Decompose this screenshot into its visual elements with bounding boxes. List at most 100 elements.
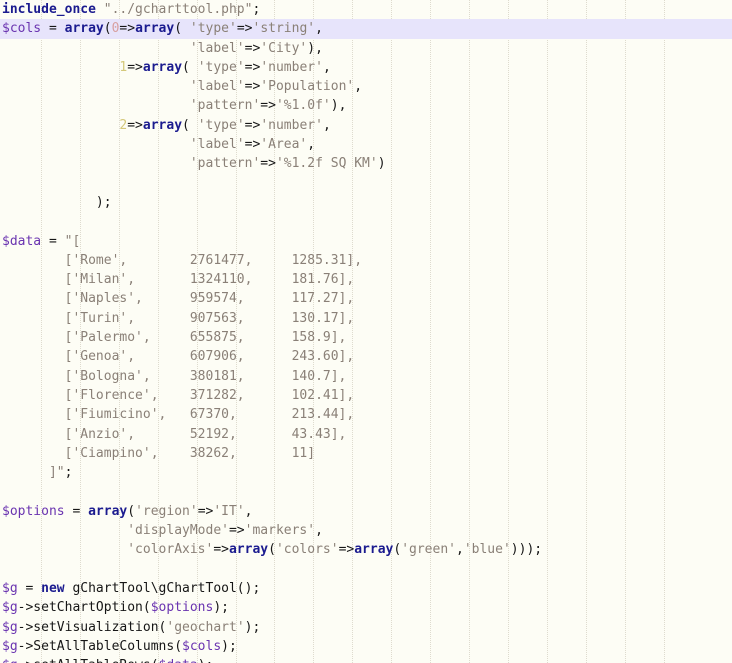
token-punc: ; [64,465,73,481]
token-str: 'geochart' [166,619,245,635]
code-line[interactable]: include_once "../gcharttool.php"; [0,0,732,19]
token-kw: array [64,21,104,37]
token-str: "[ [64,233,81,249]
code-line[interactable]: 'displayMode'=>'markers', [0,521,732,540]
token-str: ['Bologna', 380181, 140.7], [2,368,347,384]
code-line[interactable]: ]"; [0,463,732,482]
token-str: 'Area' [260,137,308,153]
code-line[interactable]: 2=>array( 'type'=>'number', [0,116,732,135]
token-punc: ); [221,638,237,654]
token-var: $g [2,580,18,596]
code-line[interactable] [0,174,732,193]
token-plain: gChartTool\gChartTool(); [64,580,261,596]
token-var: $data [2,233,42,249]
code-line[interactable]: ['Turin', 907563, 130.17], [0,309,732,328]
token-var: $options [150,600,214,616]
token-punc: , [307,137,316,153]
code-line[interactable]: $data = "[ [0,232,732,251]
token-str: 'string' [252,21,316,37]
token-str: 'type' [197,59,245,75]
token-punc: => [244,40,261,56]
token-punc: ); [2,194,112,210]
code-line[interactable]: ); [0,193,732,212]
code-line[interactable]: $g = new gChartTool\gChartTool(); [0,579,732,598]
code-line[interactable]: ['Palermo', 655875, 158.9], [0,328,732,347]
token-var: $cols [2,21,42,37]
token-str: 'number' [260,59,323,75]
token-str: 'displayMode' [127,523,229,539]
token-plain: ->setVisualization( [17,619,167,635]
token-var: $g [2,638,18,654]
code-line[interactable]: ['Genoa', 607906, 243.60], [0,347,732,366]
token-str: 'City' [260,40,308,56]
code-line[interactable]: $g->setChartOption($options); [0,598,732,617]
token-plain: ->setChartOption( [17,600,151,616]
code-line[interactable]: 'pattern'=>'%1.0f'), [0,96,732,115]
token-str: ['Milan', 1324110, 181.76], [2,272,355,288]
code-line[interactable] [0,482,732,501]
token-str: 'pattern' [189,156,261,172]
code-line[interactable]: ['Milan', 1324110, 181.76], [0,270,732,289]
code-line[interactable]: ['Bologna', 380181, 140.7], [0,367,732,386]
token-punc: , [322,117,331,133]
code-line[interactable]: ['Anzio', 52192, 43.43], [0,425,732,444]
code-line[interactable]: ['Fiumicino', 67370, 213.44], [0,405,732,424]
token-punc: ( [182,59,198,75]
token-kw: array [228,542,269,558]
token-str: 'colors' [275,542,339,558]
token-str: 'pattern' [189,98,261,114]
code-line[interactable]: $g->setAllTableRows($data); [0,656,732,663]
code-line[interactable]: 'label'=>'Population', [0,77,732,96]
token-str: '%1.2f SQ KM' [275,156,378,172]
token-str: 'markers' [244,523,316,539]
code-line[interactable]: $options = array('region'=>'IT', [0,502,732,521]
code-line[interactable]: ['Florence', 371282, 102.41], [0,386,732,405]
token-punc: => [260,98,276,114]
token-punc: => [127,59,143,75]
token-var: $g [2,619,18,635]
code-line[interactable]: $g->SetAllTableColumns($cols); [0,637,732,656]
token-str: ['Palermo', 655875, 158.9], [2,330,347,346]
token-punc: ))); [510,542,543,558]
code-line[interactable] [0,560,732,579]
token-kw: array [142,117,183,133]
token-punc: ); [213,600,229,616]
token-str: ['Ciampino', 38262, 11] [2,445,316,461]
token-punc: = [17,580,42,596]
token-str: ]" [2,465,65,481]
token-var: $cols [182,638,222,654]
token-str: 'type' [197,117,245,133]
code-line[interactable]: $cols = array(0=>array( 'type'=>'string'… [0,19,732,39]
code-line[interactable]: $g->setVisualization('geochart'); [0,618,732,637]
code-line[interactable]: 'colorAxis'=>array('colors'=>array('gree… [0,540,732,559]
token-kw: include_once [2,2,96,17]
code-line[interactable]: ['Rome', 2761477, 1285.31], [0,251,732,270]
code-line[interactable] [0,212,732,231]
token-punc: , [315,523,323,539]
token-punc: , [244,503,253,519]
token-punc: => [244,59,261,75]
token-punc: ); [244,619,261,635]
token-str: ['Fiumicino', 67370, 213.44], [2,407,355,423]
token-punc: ( [174,21,190,37]
code-line[interactable]: 'label'=>'Area', [0,135,732,154]
token-punc: => [244,79,261,95]
token-str: ['Turin', 907563, 130.17], [2,310,355,326]
token-var: $g [2,600,18,616]
token-str: ['Florence', 371282, 102.41], [2,387,355,403]
code-line[interactable]: 1=>array( 'type'=>'number', [0,58,732,77]
code-line[interactable]: 'label'=>'City'), [0,39,732,58]
token-punc: => [236,21,253,37]
code-line[interactable]: ['Naples', 959574, 117.27], [0,289,732,308]
code-line[interactable]: 'pattern'=>'%1.2f SQ KM') [0,154,732,173]
token-kw: array [135,21,175,37]
token-kw: new [41,580,65,596]
token-punc: = [41,21,65,37]
code-line[interactable]: ['Ciampino', 38262, 11] [0,444,732,463]
code-editor-view[interactable]: include_once "../gcharttool.php"; $cols =… [0,0,732,663]
token-punc: => [338,542,355,558]
token-punc: ; [252,2,261,17]
token-punc: , [315,21,323,37]
